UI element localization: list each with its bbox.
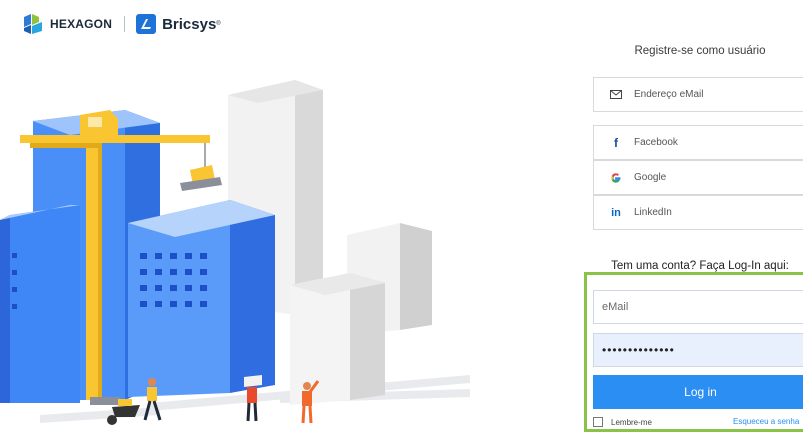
- register-email-label: Endereço eMail: [634, 89, 704, 100]
- bricsys-logo-icon: [136, 14, 157, 34]
- facebook-login-button[interactable]: f Facebook: [593, 125, 803, 160]
- google-icon: [606, 172, 626, 184]
- blue-building-front: [128, 200, 275, 397]
- register-email-button[interactable]: Endereço eMail: [593, 77, 803, 112]
- envelope-icon: [606, 90, 626, 99]
- google-label: Google: [634, 172, 667, 183]
- remember-label: Lembre-me: [611, 417, 652, 427]
- bricsys-wordmark: Bricsys: [162, 15, 217, 33]
- hexagon-logo-icon: [22, 13, 44, 35]
- forgot-password-link[interactable]: Esqueceu a senha: [733, 417, 799, 426]
- facebook-label: Facebook: [634, 137, 678, 148]
- google-login-button[interactable]: Google: [593, 160, 803, 195]
- facebook-icon: f: [614, 135, 618, 150]
- linkedin-login-button[interactable]: in LinkedIn: [593, 195, 803, 230]
- register-title: Registre-se como usuário: [634, 45, 766, 57]
- remember-checkbox[interactable]: [593, 417, 603, 427]
- hexagon-wordmark: HEXAGON: [50, 17, 113, 31]
- email-field[interactable]: eMail: [593, 290, 803, 324]
- login-title: Tem uma conta? Faça Log-In aqui:: [611, 260, 789, 272]
- password-field[interactable]: ••••••••••••••: [593, 333, 803, 367]
- brand-logos: HEXAGON Bricsys ®: [22, 13, 221, 35]
- login-button[interactable]: Log in: [593, 375, 803, 409]
- remember-me[interactable]: Lembre-me: [593, 417, 652, 427]
- linkedin-icon: in: [611, 206, 621, 219]
- auth-panel: Registre-se como usuário Endereço eMail …: [584, 0, 803, 432]
- blue-building-left: [0, 205, 80, 403]
- bricsys-registered-mark: ®: [216, 21, 221, 27]
- linkedin-label: LinkedIn: [634, 207, 672, 218]
- construction-illustration: [0, 55, 475, 427]
- logo-divider: [124, 16, 126, 32]
